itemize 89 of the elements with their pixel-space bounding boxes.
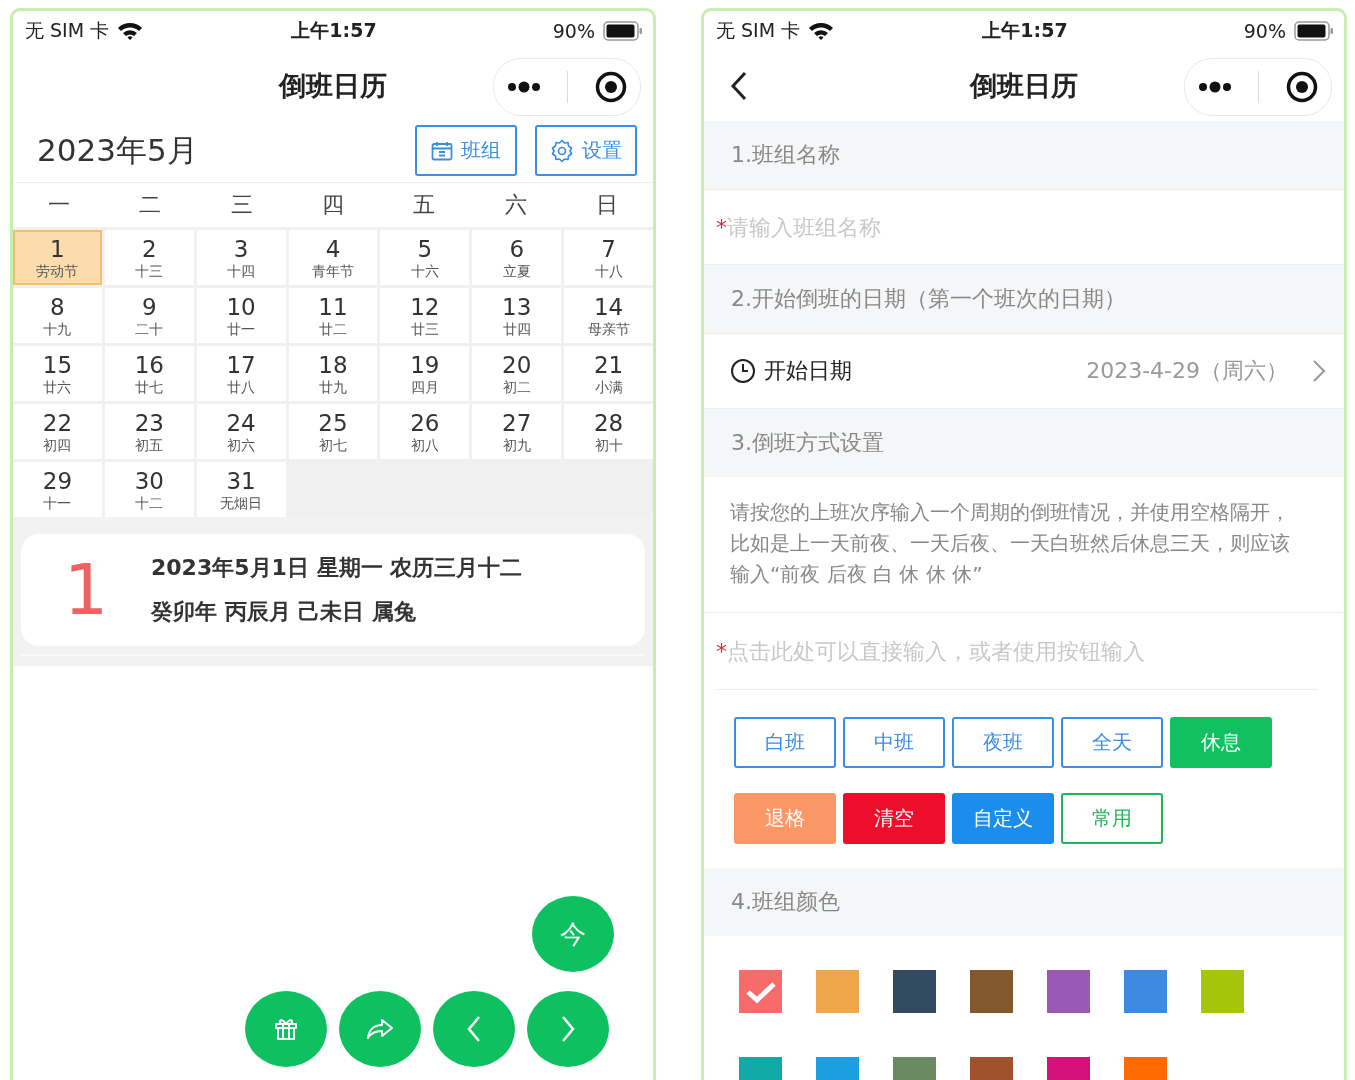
start-date-label: 开始日期 bbox=[764, 357, 852, 385]
color-swatch[interactable] bbox=[816, 970, 859, 1013]
day-cell[interactable]: 13 廿四 bbox=[472, 288, 562, 343]
color-swatch[interactable] bbox=[1201, 970, 1244, 1013]
day-cell[interactable]: 31 无烟日 bbox=[196, 462, 286, 517]
color-swatch[interactable] bbox=[1047, 970, 1090, 1013]
battery-percent: 90% bbox=[1243, 20, 1286, 42]
chevron-right-icon bbox=[1312, 359, 1326, 383]
required-mark: * bbox=[716, 638, 727, 664]
color-swatch[interactable] bbox=[739, 970, 782, 1013]
day-cell[interactable]: 18 廿九 bbox=[288, 346, 378, 401]
day-cell[interactable]: 15 廿六 bbox=[13, 346, 102, 401]
day-cell[interactable]: 14 母亲节 bbox=[564, 288, 653, 343]
day-cell[interactable]: 27 初九 bbox=[472, 404, 562, 459]
back-icon[interactable] bbox=[730, 71, 748, 101]
shift-button[interactable]: 白班 bbox=[734, 717, 836, 768]
weekday-label: 四 bbox=[321, 191, 345, 219]
instruction-text: 请按您的上班次序输入一个周期的倒班情况，并使用空格隔开，比如是上一天前夜、一天后夜、一天白班然后休息三天，则应该输入“前夜 后夜 白 休 休 休” bbox=[730, 499, 1291, 588]
day-cell[interactable]: 4 青年节 bbox=[288, 230, 378, 285]
day-cell[interactable]: 6 立夏 bbox=[472, 230, 562, 285]
page-title: 倒班日历 bbox=[279, 69, 387, 103]
gear-icon bbox=[550, 138, 574, 163]
day-cell[interactable]: 29 十一 bbox=[13, 462, 102, 517]
shift-button[interactable]: 清空 bbox=[843, 793, 945, 844]
battery-percent: 90% bbox=[552, 20, 595, 42]
wifi-icon bbox=[117, 21, 144, 41]
shift-button[interactable]: 中班 bbox=[843, 717, 945, 768]
weekday-label: 日 bbox=[595, 191, 620, 219]
date-detail-text: 2023年5月1日 星期一 农历三月十二 bbox=[151, 554, 523, 582]
chevron-left-icon bbox=[466, 1015, 482, 1043]
day-cell[interactable]: 19 四月 bbox=[380, 346, 470, 401]
ganzhi-text: 癸卯年 丙辰月 己未日 属兔 bbox=[151, 598, 417, 626]
day-cell[interactable]: 20 初二 bbox=[472, 346, 562, 401]
day-cell[interactable]: 26 初八 bbox=[380, 404, 470, 459]
day-cell[interactable]: 17 廿八 bbox=[196, 346, 286, 401]
close-target-icon[interactable] bbox=[594, 71, 627, 103]
weekday-label: 三 bbox=[229, 191, 254, 219]
day-cell[interactable]: 23 初五 bbox=[104, 404, 194, 459]
start-date-row[interactable]: 开始日期 2023-4-29（周六） bbox=[704, 333, 1344, 409]
page-title: 倒班日历 bbox=[970, 69, 1078, 103]
gift-icon bbox=[273, 1016, 299, 1042]
more-icon[interactable] bbox=[507, 81, 542, 93]
color-swatch[interactable] bbox=[1124, 970, 1167, 1013]
shift-button[interactable]: 夜班 bbox=[952, 717, 1054, 768]
section-title: 4.班组颜色 bbox=[731, 888, 840, 916]
status-time: 上午1:57 bbox=[982, 18, 1068, 43]
day-cell[interactable]: 10 廿一 bbox=[196, 288, 286, 343]
day-cell[interactable]: 25 初七 bbox=[288, 404, 378, 459]
day-cell[interactable]: 11 廿二 bbox=[288, 288, 378, 343]
day-cell[interactable]: 1 劳动节 bbox=[13, 230, 102, 285]
chevron-right-icon bbox=[560, 1015, 576, 1043]
day-cell[interactable]: 5 十六 bbox=[380, 230, 470, 285]
battery-icon bbox=[1294, 21, 1334, 41]
carrier-label: 无 SIM 卡 bbox=[716, 18, 801, 43]
weekday-label: 一 bbox=[46, 191, 71, 219]
start-date-value: 2023-4-29（周六） bbox=[1086, 357, 1288, 385]
required-mark: * bbox=[716, 214, 727, 240]
weekday-label: 六 bbox=[503, 191, 528, 219]
wifi-icon bbox=[808, 21, 835, 41]
more-icon[interactable] bbox=[1198, 81, 1233, 93]
month-title: 2023年5月 bbox=[37, 130, 199, 170]
status-time: 上午1:57 bbox=[291, 18, 377, 43]
day-cell[interactable]: 22 初四 bbox=[13, 404, 102, 459]
day-cell[interactable]: 28 初十 bbox=[564, 404, 653, 459]
section-title: 1.班组名称 bbox=[731, 141, 840, 169]
color-swatch[interactable] bbox=[893, 970, 936, 1013]
clock-icon bbox=[730, 358, 756, 384]
calendar-icon bbox=[431, 140, 453, 161]
day-cell[interactable]: 24 初六 bbox=[196, 404, 286, 459]
day-cell[interactable]: 21 小满 bbox=[564, 346, 653, 401]
day-cell[interactable]: 7 十八 bbox=[564, 230, 653, 285]
weekday-label: 五 bbox=[412, 191, 437, 219]
share-icon bbox=[366, 1017, 394, 1041]
day-cell[interactable]: 8 十九 bbox=[13, 288, 102, 343]
day-cell[interactable]: 16 廿七 bbox=[104, 346, 194, 401]
day-cell[interactable]: 2 十三 bbox=[104, 230, 194, 285]
day-cell[interactable]: 3 十四 bbox=[196, 230, 286, 285]
section-title: 2.开始倒班的日期（第一个班次的日期） bbox=[731, 285, 1126, 313]
carrier-label: 无 SIM 卡 bbox=[25, 18, 110, 43]
selected-day-number: 1 bbox=[62, 549, 110, 631]
battery-icon bbox=[603, 21, 643, 41]
header-button[interactable]: 班组 bbox=[415, 125, 517, 176]
day-cell[interactable]: 12 廿三 bbox=[380, 288, 470, 343]
color-swatch[interactable] bbox=[970, 970, 1013, 1013]
section-title: 3.倒班方式设置 bbox=[731, 429, 884, 457]
close-target-icon[interactable] bbox=[1285, 71, 1318, 103]
weekday-label: 二 bbox=[138, 191, 163, 219]
day-cell[interactable]: 30 十二 bbox=[104, 462, 194, 517]
day-cell[interactable]: 9 二十 bbox=[104, 288, 194, 343]
